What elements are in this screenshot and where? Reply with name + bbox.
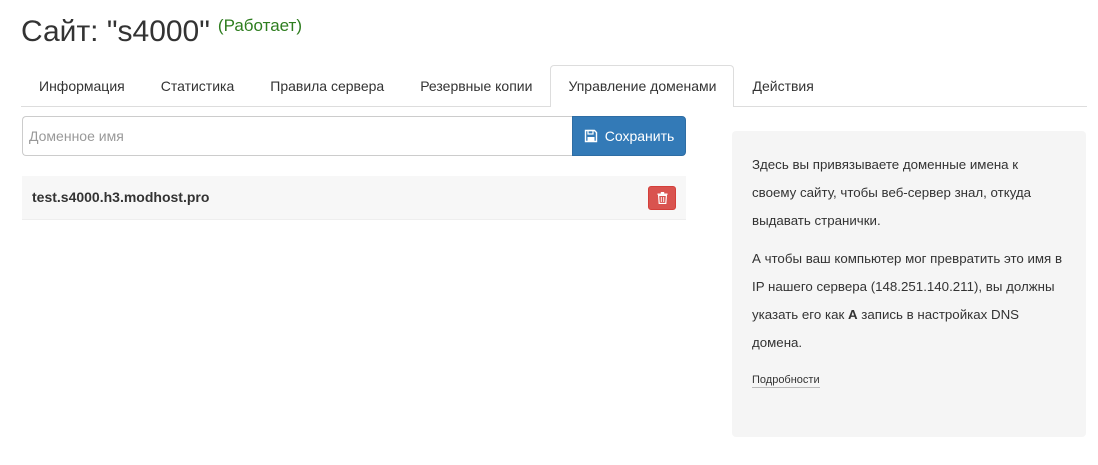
- trash-icon: [657, 192, 667, 204]
- page-header: Сайт: "s4000" (Работает): [21, 14, 302, 50]
- site-status-label: (Работает): [217, 16, 303, 35]
- tab-statistics[interactable]: Статистика: [143, 65, 253, 106]
- tab-backups[interactable]: Резервные копии: [402, 65, 550, 106]
- help-text-domains: Здесь вы привязываете доменные имена к с…: [752, 157, 1032, 228]
- save-button[interactable]: Сохранить: [572, 116, 686, 156]
- page-title: Сайт: "s4000": [21, 15, 210, 48]
- domain-name-input[interactable]: [22, 116, 572, 156]
- tab-bar: Информация Статистика Правила сервера Ре…: [21, 65, 1087, 107]
- details-link[interactable]: Подробности: [752, 373, 820, 388]
- domain-name: test.s4000.h3.modhost.pro: [32, 189, 210, 205]
- dns-record-type: A: [847, 307, 858, 322]
- tab-domain-management[interactable]: Управление доменами: [550, 65, 735, 107]
- tab-server-rules[interactable]: Правила сервера: [252, 65, 402, 106]
- help-text-dns: А чтобы ваш компьютер мог превратить это…: [752, 245, 1066, 357]
- floppy-disk-icon: [584, 129, 597, 143]
- help-panel: Здесь вы привязываете доменные имена к с…: [732, 131, 1086, 437]
- delete-domain-button[interactable]: [648, 186, 676, 210]
- domain-list-item: test.s4000.h3.modhost.pro: [22, 176, 686, 220]
- add-domain-form: Сохранить: [22, 116, 686, 156]
- tab-actions[interactable]: Действия: [734, 65, 831, 106]
- save-button-label: Сохранить: [604, 128, 675, 144]
- tab-information[interactable]: Информация: [21, 65, 143, 106]
